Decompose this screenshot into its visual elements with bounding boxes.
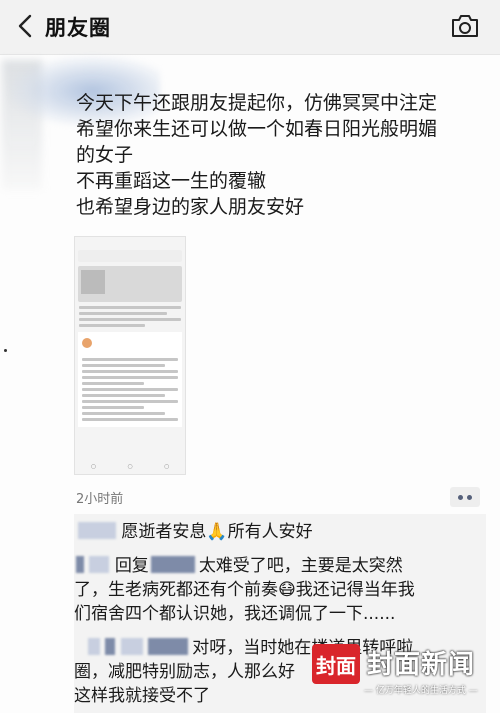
reply-label: 回复	[114, 556, 149, 576]
comment-line: 了，生老病死都还有个前奏😷我还记得当年我	[74, 580, 415, 600]
thumb-text-line	[82, 418, 178, 421]
thumb-icon: ○	[127, 463, 133, 470]
thumb-text-line	[79, 324, 145, 327]
redacted-name	[78, 522, 116, 539]
comment-text: 愿逝者安息🙏所有人安好	[121, 522, 313, 542]
camera-button[interactable]	[450, 13, 480, 39]
thumb-text-line	[82, 382, 145, 385]
thumb-search-bar	[78, 250, 182, 262]
post-content: 今天下午还跟朋友提起你，仿佛冥冥中注定 希望你来生还可以做一个如春日阳光般明媚 …	[76, 90, 486, 220]
thumb-text-line	[82, 370, 178, 373]
post-line: 希望你来生还可以做一个如春日阳光般明媚	[76, 118, 438, 140]
thumb-icon: ○	[164, 463, 170, 470]
thumb-text-line	[82, 388, 178, 391]
post-line: 也希望身边的家人朋友安好	[76, 196, 305, 218]
more-actions-button[interactable]	[450, 487, 480, 507]
thumb-text-line	[82, 400, 178, 403]
thumb-text-line	[82, 394, 166, 397]
comment-item[interactable]: 愿逝者安息🙏所有人安好	[74, 520, 486, 544]
post-timestamp: 2小时前	[76, 492, 124, 507]
news-watermark: 封面 封面新闻 — 亿万年轻人的生活方式 —	[312, 640, 492, 704]
redacted-name	[76, 556, 84, 573]
thumb-footer: ○ ○ ○	[75, 463, 185, 470]
moments-screen: 朋友圈 今天下午还跟朋友提起你，仿佛冥冥中注定 希望你来生还可以做一个如春日阳光…	[0, 0, 500, 713]
thumb-article-header	[78, 266, 182, 302]
watermark-logo: 封面	[312, 644, 360, 684]
decorative-dot	[4, 349, 7, 352]
comment-item[interactable]: 回复 太难受了吧，主要是太突然	[74, 554, 486, 578]
thumb-text-line	[79, 306, 181, 309]
post-image-thumbnail[interactable]: ○ ○ ○	[74, 236, 186, 475]
thumb-image	[81, 270, 105, 294]
watermark-slogan: — 亿万年轻人的生活方式 —	[364, 686, 478, 696]
post-line: 的女子	[76, 144, 134, 166]
nav-bar: 朋友圈	[0, 0, 500, 55]
camera-icon	[452, 15, 478, 37]
comment-text: 太难受了吧，主要是太突然	[198, 556, 403, 576]
back-button[interactable]	[12, 9, 38, 43]
thumb-text-line	[82, 412, 166, 415]
thumb-text-line	[82, 406, 145, 409]
dot-icon	[467, 494, 472, 500]
thumb-avatar	[82, 338, 92, 348]
redacted-name	[89, 556, 110, 573]
post-line: 今天下午还跟朋友提起你，仿佛冥冥中注定	[76, 92, 438, 114]
thumb-text-line	[82, 364, 166, 367]
watermark-name: 封面新闻	[367, 650, 476, 680]
comment-line: 们宿舍四个都认识她，我还调侃了一下......	[74, 604, 396, 624]
thumb-text-line	[82, 358, 178, 361]
redacted-name	[150, 556, 195, 573]
thumb-card	[78, 332, 182, 427]
thumb-text-line	[79, 312, 167, 315]
dot-icon	[458, 494, 463, 500]
redacted-name	[148, 638, 189, 655]
page-title: 朋友圈	[45, 16, 111, 40]
post-line: 不再重蹈这一生的覆辙	[76, 170, 267, 192]
redacted-name	[88, 638, 100, 655]
redacted-name	[120, 638, 143, 655]
thumb-text-line	[79, 318, 181, 321]
redacted-name	[105, 638, 116, 655]
chevron-left-icon	[18, 14, 32, 38]
thumb-text-line	[82, 376, 178, 379]
thumb-status-bar	[75, 237, 185, 248]
thumb-icon: ○	[90, 463, 96, 470]
